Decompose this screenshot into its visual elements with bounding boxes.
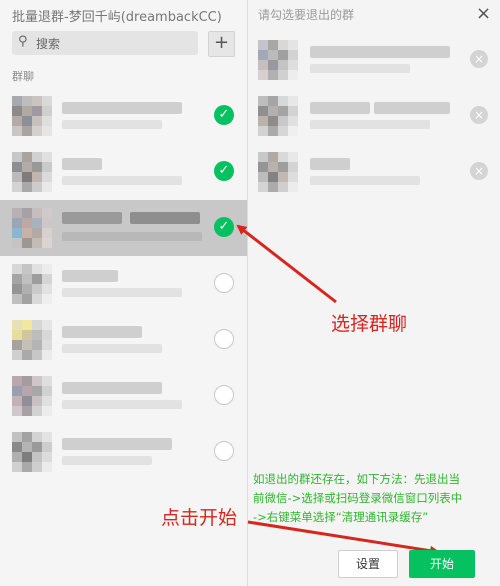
- group-avatar: [12, 96, 52, 136]
- group-name-blurred: [62, 270, 118, 282]
- group-row[interactable]: [0, 312, 247, 368]
- group-name-blurred: [310, 102, 370, 114]
- group-name-blurred: [62, 212, 122, 224]
- group-row[interactable]: [0, 256, 247, 312]
- window-title: 批量退群-梦回千屿(dreambackCC): [12, 10, 222, 25]
- instruction-line: 前微信->选择或扫码登录微信窗口列表中: [253, 491, 463, 505]
- group-row[interactable]: [0, 424, 247, 480]
- group-name-blurred: [62, 102, 182, 114]
- checked-icon[interactable]: ✓: [214, 105, 234, 125]
- group-avatar: [12, 152, 52, 192]
- group-name-blurred: [62, 438, 172, 450]
- group-meta-blurred: [62, 288, 182, 297]
- group-name-blurred: [310, 46, 450, 58]
- group-row-selected[interactable]: ✓: [0, 200, 247, 256]
- group-avatar: [12, 432, 52, 472]
- unchecked-radio-icon[interactable]: [214, 385, 234, 405]
- group-meta-blurred: [310, 120, 430, 129]
- settings-button[interactable]: 设置: [338, 550, 398, 578]
- group-avatar: [258, 96, 298, 136]
- remove-icon[interactable]: ×: [470, 106, 488, 124]
- group-name-blurred: [130, 212, 200, 224]
- selected-group-item: ×: [256, 32, 488, 88]
- group-row[interactable]: [0, 368, 247, 424]
- group-avatar: [258, 40, 298, 80]
- group-avatar: [12, 376, 52, 416]
- group-row[interactable]: ✓: [0, 88, 247, 144]
- annotation-select-groups: 选择群聊: [331, 313, 408, 335]
- instruction-line: ->右键菜单选择“清理通讯录缓存”: [253, 510, 429, 524]
- search-icon: ⚲: [18, 34, 28, 49]
- group-meta-blurred: [62, 120, 162, 129]
- unchecked-radio-icon[interactable]: [214, 273, 234, 293]
- add-button[interactable]: +: [208, 31, 235, 57]
- search-input[interactable]: ⚲ 搜索: [12, 31, 198, 55]
- selected-group-item: ×: [256, 144, 488, 200]
- checked-icon[interactable]: ✓: [214, 161, 234, 181]
- search-placeholder: 搜索: [36, 37, 61, 51]
- group-name-blurred: [62, 326, 142, 338]
- group-name-blurred: [62, 382, 162, 394]
- group-avatar: [12, 320, 52, 360]
- group-avatar: [12, 264, 52, 304]
- group-avatar: [258, 152, 298, 192]
- group-meta-blurred: [62, 176, 182, 185]
- checked-icon[interactable]: ✓: [214, 217, 234, 237]
- start-button[interactable]: 开始: [409, 550, 475, 578]
- group-meta-blurred: [310, 176, 420, 185]
- remove-icon[interactable]: ×: [470, 162, 488, 180]
- instruction-note: 如退出的群还存在，如下方法：先退出当 前微信->选择或扫码登录微信窗口列表中 -…: [253, 470, 495, 527]
- selected-panel-title: 请勾选要退出的群: [258, 8, 355, 22]
- group-name-blurred: [374, 102, 450, 114]
- section-label-groups: 群聊: [12, 70, 34, 83]
- unchecked-radio-icon[interactable]: [214, 329, 234, 349]
- annotation-click-start: 点击开始: [161, 507, 238, 529]
- group-name-blurred: [62, 158, 102, 170]
- group-row[interactable]: ✓: [0, 144, 247, 200]
- selected-group-item: ×: [256, 88, 488, 144]
- group-meta-blurred: [62, 344, 162, 353]
- group-avatar: [12, 208, 52, 248]
- group-meta-blurred: [62, 456, 152, 465]
- group-meta-blurred: [62, 400, 182, 409]
- instruction-line: 如退出的群还存在，如下方法：先退出当: [253, 472, 460, 486]
- group-list-panel: 批量退群-梦回千屿(dreambackCC) ⚲ 搜索 + 群聊 ✓ ✓ ✓: [0, 0, 247, 586]
- remove-icon[interactable]: ×: [470, 50, 488, 68]
- group-name-blurred: [310, 158, 350, 170]
- group-meta-blurred: [62, 232, 202, 241]
- group-meta-blurred: [310, 64, 410, 73]
- unchecked-radio-icon[interactable]: [214, 441, 234, 461]
- close-window-button[interactable]: ×: [476, 3, 491, 24]
